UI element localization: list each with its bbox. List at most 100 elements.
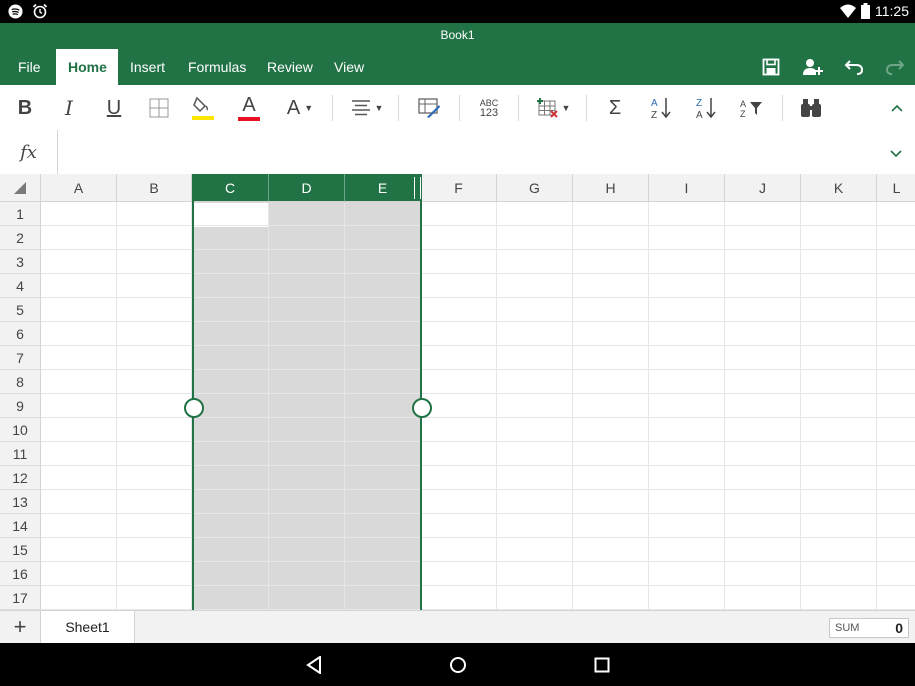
bold-button[interactable]: B bbox=[14, 93, 36, 123]
select-all-corner[interactable] bbox=[0, 174, 41, 202]
sort-ascending-icon[interactable]: AZ bbox=[648, 93, 674, 123]
back-icon[interactable] bbox=[303, 654, 325, 676]
expand-formula-icon[interactable] bbox=[889, 146, 903, 164]
row-header-10[interactable]: 10 bbox=[0, 418, 41, 442]
column-header-l[interactable]: L bbox=[877, 174, 915, 202]
row-header-6[interactable]: 6 bbox=[0, 322, 41, 346]
italic-button[interactable]: I bbox=[58, 93, 80, 123]
align-button[interactable]: ▼ bbox=[350, 93, 384, 123]
row-header-14[interactable]: 14 bbox=[0, 514, 41, 538]
formula-input[interactable] bbox=[58, 130, 878, 174]
tab-view[interactable]: View bbox=[322, 49, 376, 85]
divider bbox=[398, 95, 399, 121]
number-format-bottom: 123 bbox=[479, 107, 499, 119]
row-gridline bbox=[41, 465, 915, 466]
row-header-17[interactable]: 17 bbox=[0, 586, 41, 610]
column-gridline bbox=[496, 202, 497, 610]
column-resize-handle[interactable] bbox=[414, 177, 421, 199]
row-header-12[interactable]: 12 bbox=[0, 466, 41, 490]
filter-icon[interactable]: AZ bbox=[738, 93, 764, 123]
column-header-b[interactable]: B bbox=[117, 174, 192, 202]
chevron-down-icon: ▼ bbox=[374, 103, 384, 113]
status-sum[interactable]: SUM 0 bbox=[829, 618, 909, 638]
column-gridline bbox=[648, 202, 649, 610]
column-header-g[interactable]: G bbox=[497, 174, 573, 202]
row-gridline bbox=[41, 369, 915, 370]
row-gridline bbox=[41, 417, 915, 418]
row-gridline bbox=[41, 345, 915, 346]
save-icon[interactable] bbox=[759, 55, 783, 79]
font-size-letter: A bbox=[286, 96, 301, 119]
selection-handle-left[interactable] bbox=[184, 398, 204, 418]
add-sheet-button[interactable]: + bbox=[0, 611, 41, 643]
column-gridline bbox=[800, 202, 801, 610]
font-color-button[interactable]: A bbox=[236, 93, 262, 123]
tab-insert[interactable]: Insert bbox=[118, 49, 177, 85]
spotify-icon bbox=[8, 4, 23, 24]
row-gridline bbox=[41, 585, 915, 586]
row-header-15[interactable]: 15 bbox=[0, 538, 41, 562]
row-gridline bbox=[41, 489, 915, 490]
borders-icon[interactable] bbox=[148, 93, 170, 123]
underline-button[interactable]: U bbox=[103, 93, 125, 123]
row-header-11[interactable]: 11 bbox=[0, 442, 41, 466]
row-gridline bbox=[41, 273, 915, 274]
sort-descending-icon[interactable]: ZA bbox=[693, 93, 719, 123]
spreadsheet-grid[interactable]: ABCDEFGHIJKL 1 2 3 4 5 6 7 8 9 10 11 12 13 14 15 16 17 bbox=[0, 174, 915, 610]
column-header-a[interactable]: A bbox=[41, 174, 117, 202]
row-gridline bbox=[41, 513, 915, 514]
tab-review[interactable]: Review bbox=[255, 49, 325, 85]
column-header-f[interactable]: F bbox=[421, 174, 497, 202]
font-color-swatch bbox=[238, 117, 260, 121]
number-format-button[interactable]: ABC 123 bbox=[474, 93, 504, 123]
row-gridline bbox=[41, 249, 915, 250]
alarm-icon bbox=[32, 3, 48, 24]
sum-value: 0 bbox=[895, 620, 903, 636]
row-header-1[interactable]: 1 bbox=[0, 202, 41, 226]
undo-icon[interactable] bbox=[842, 55, 866, 79]
row-header-7[interactable]: 7 bbox=[0, 346, 41, 370]
system-nav-bar bbox=[0, 643, 915, 686]
insert-delete-cells-icon[interactable]: ▼ bbox=[534, 93, 572, 123]
row-header-8[interactable]: 8 bbox=[0, 370, 41, 394]
tab-home[interactable]: Home bbox=[56, 49, 118, 85]
tab-file[interactable]: File bbox=[6, 49, 53, 85]
chevron-down-icon: ▼ bbox=[561, 103, 571, 113]
column-gridline bbox=[876, 202, 877, 610]
home-ribbon: B I U A A ▼ ▼ ABC 123 ▼ Σ AZ ZA AZ bbox=[0, 85, 915, 131]
sheet-tab-sheet1[interactable]: Sheet1 bbox=[41, 611, 135, 643]
system-status-bar: 11:25 bbox=[0, 0, 915, 23]
autosum-button[interactable]: Σ bbox=[604, 93, 626, 123]
font-color-letter: A bbox=[242, 94, 256, 116]
collapse-ribbon-icon[interactable] bbox=[888, 93, 906, 123]
wrap-format-icon[interactable] bbox=[416, 93, 442, 123]
find-binoculars-icon[interactable] bbox=[798, 93, 824, 123]
selection-handle-right[interactable] bbox=[412, 398, 432, 418]
column-header-k[interactable]: K bbox=[801, 174, 877, 202]
column-header-h[interactable]: H bbox=[573, 174, 649, 202]
tab-formulas[interactable]: Formulas bbox=[176, 49, 258, 85]
home-icon[interactable] bbox=[447, 654, 469, 676]
column-gridline bbox=[724, 202, 725, 610]
sheet-tab-bar: + Sheet1 SUM 0 bbox=[0, 610, 915, 643]
row-header-2[interactable]: 2 bbox=[0, 226, 41, 250]
row-header-16[interactable]: 16 bbox=[0, 562, 41, 586]
column-gridline bbox=[116, 202, 117, 610]
insert-function-button[interactable]: fx bbox=[0, 130, 58, 174]
divider bbox=[518, 95, 519, 121]
svg-text:A: A bbox=[740, 99, 746, 109]
row-header-4[interactable]: 4 bbox=[0, 274, 41, 298]
column-header-i[interactable]: I bbox=[649, 174, 725, 202]
row-header-9[interactable]: 9 bbox=[0, 394, 41, 418]
recents-icon[interactable] bbox=[591, 654, 613, 676]
app-header: Book1 File Home Insert Formulas Review V… bbox=[0, 23, 915, 85]
column-header-j[interactable]: J bbox=[725, 174, 801, 202]
fill-color-icon[interactable] bbox=[190, 93, 216, 123]
row-header-5[interactable]: 5 bbox=[0, 298, 41, 322]
row-header-3[interactable]: 3 bbox=[0, 250, 41, 274]
share-icon[interactable] bbox=[801, 55, 825, 79]
row-header-13[interactable]: 13 bbox=[0, 490, 41, 514]
font-size-button[interactable]: A ▼ bbox=[283, 93, 317, 123]
selection-border bbox=[192, 174, 422, 610]
redo-icon[interactable] bbox=[883, 55, 907, 79]
